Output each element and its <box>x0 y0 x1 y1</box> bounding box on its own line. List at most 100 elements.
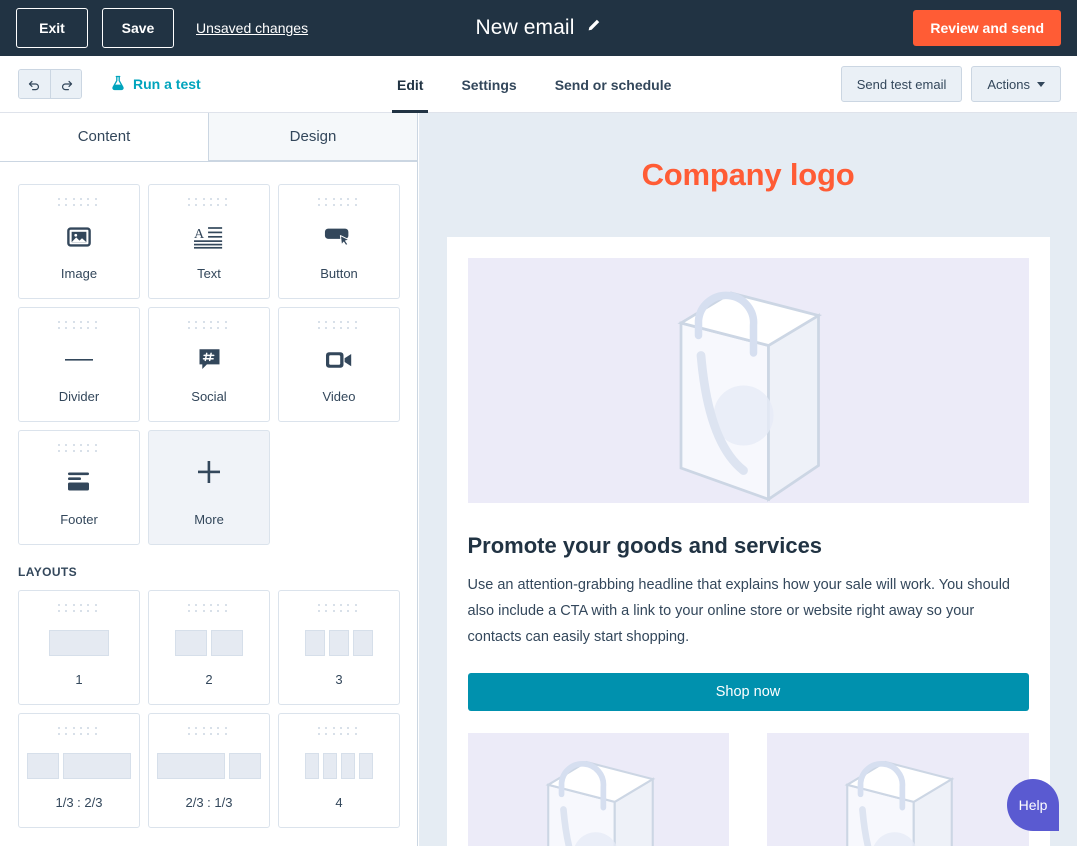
layout-card-label: 1/3 : 2/3 <box>55 795 103 810</box>
module-card-label: More <box>194 512 224 527</box>
layout-preview <box>305 614 373 672</box>
sidebar-tab-content[interactable]: Content <box>0 113 208 161</box>
image-icon <box>19 208 139 266</box>
email-preview-panel: Company logo Promote your goods and serv… <box>419 113 1077 846</box>
drag-handle-dots[interactable] <box>58 198 100 208</box>
right-image-placeholder[interactable] <box>767 733 1029 846</box>
layout-column <box>175 630 207 656</box>
video-icon <box>279 331 399 389</box>
drag-handle-dots[interactable] <box>58 604 100 614</box>
module-card-video[interactable]: Video <box>278 307 400 422</box>
drag-handle-dots[interactable] <box>318 321 360 331</box>
text-icon: A <box>149 208 269 266</box>
module-card-more[interactable]: More <box>148 430 270 545</box>
layout-preview <box>175 614 243 672</box>
button-icon <box>279 208 399 266</box>
drag-handle-dots[interactable] <box>58 444 100 454</box>
save-button[interactable]: Save <box>102 8 174 48</box>
layout-column <box>27 753 59 779</box>
divider-icon <box>19 331 139 389</box>
sidebar-tab-design[interactable]: Design <box>208 113 417 161</box>
layout-column <box>359 753 373 779</box>
exit-button[interactable]: Exit <box>16 8 88 48</box>
module-card-image[interactable]: Image <box>18 184 140 299</box>
undo-redo-group <box>18 69 82 99</box>
layout-card-label: 4 <box>335 795 343 810</box>
footer-icon <box>19 454 139 512</box>
drag-handle-dots[interactable] <box>318 198 360 208</box>
module-card-label: Image <box>60 266 98 281</box>
layout-column <box>49 630 109 656</box>
top-bar: Exit Save Unsaved changes New email Revi… <box>0 0 1077 56</box>
actions-label: Actions <box>987 76 1030 92</box>
redo-button[interactable] <box>50 70 81 98</box>
editor-toolbar: Run a test Edit Settings Send or schedul… <box>0 56 1077 113</box>
drag-handle-dots[interactable] <box>318 604 360 614</box>
page-title: New email <box>475 16 575 39</box>
layout-card-2[interactable]: 2 <box>148 590 270 705</box>
shop-now-button[interactable]: Shop now <box>467 673 1029 711</box>
shopping-bag-icon <box>676 291 822 502</box>
drag-handle-dots[interactable] <box>58 321 100 331</box>
module-card-label: Social <box>191 389 227 404</box>
logo-band: Company logo <box>419 113 1077 237</box>
module-card-footer[interactable]: Footer <box>18 430 140 545</box>
email-body-sheet: Promote your goods and services Use an a… <box>446 237 1050 846</box>
plus-icon <box>149 431 269 512</box>
module-card-label: Divider <box>58 389 100 404</box>
run-a-test-button[interactable]: Run a test <box>110 75 201 94</box>
layout-column <box>341 753 355 779</box>
layout-card-4[interactable]: 1/3 : 2/3 <box>18 713 140 828</box>
layout-preview <box>305 737 373 795</box>
sidebar-body: Image A Text Button Divider Social Video Footer… <box>0 162 417 828</box>
tab-send-or-schedule[interactable]: Send or schedule <box>536 56 691 113</box>
layout-card-1[interactable]: 1 <box>18 590 140 705</box>
shopping-bag-icon <box>545 760 655 846</box>
sidebar-tabs: Content Design <box>0 113 417 162</box>
layout-card-label: 2/3 : 1/3 <box>185 795 233 810</box>
layout-column <box>157 753 225 779</box>
module-card-text[interactable]: A Text <box>148 184 270 299</box>
module-card-label: Video <box>322 389 356 404</box>
send-test-email-button[interactable]: Send test email <box>840 66 963 102</box>
layout-card-3[interactable]: 3 <box>278 590 400 705</box>
layout-preview <box>27 737 131 795</box>
layout-column <box>353 630 373 656</box>
email-heading[interactable]: Promote your goods and services <box>468 533 1029 559</box>
tab-edit[interactable]: Edit <box>378 56 442 113</box>
drag-handle-dots[interactable] <box>188 727 230 737</box>
layout-column <box>63 753 131 779</box>
module-card-button[interactable]: Button <box>278 184 400 299</box>
layout-column <box>305 630 325 656</box>
drag-handle-dots[interactable] <box>318 727 360 737</box>
left-image-placeholder[interactable] <box>467 733 729 846</box>
content-sidebar: Content Design Image A Text Button Divider So… <box>0 113 418 846</box>
unsaved-changes-link[interactable]: Unsaved changes <box>196 20 308 36</box>
layout-card-label: 1 <box>75 672 83 687</box>
help-button[interactable]: Help <box>1007 779 1059 831</box>
layout-card-6[interactable]: 4 <box>278 713 400 828</box>
send-test-email-label: Send test email <box>856 76 947 92</box>
layout-column <box>323 753 337 779</box>
hero-image-placeholder[interactable] <box>467 258 1029 503</box>
edit-pencil-icon[interactable] <box>586 18 601 38</box>
drag-handle-dots[interactable] <box>188 321 230 331</box>
drag-handle-dots[interactable] <box>188 198 230 208</box>
module-card-divider[interactable]: Divider <box>18 307 140 422</box>
tab-settings[interactable]: Settings <box>442 56 535 113</box>
layout-preview <box>157 737 261 795</box>
layout-preview <box>49 614 109 672</box>
company-logo[interactable]: Company logo <box>642 157 855 193</box>
social-icon <box>149 331 269 389</box>
layout-column <box>211 630 243 656</box>
email-paragraph[interactable]: Use an attention-grabbing headline that … <box>468 572 1029 650</box>
module-card-social[interactable]: Social <box>148 307 270 422</box>
drag-handle-dots[interactable] <box>58 727 100 737</box>
drag-handle-dots[interactable] <box>188 604 230 614</box>
undo-button[interactable] <box>19 70 50 98</box>
layout-card-5[interactable]: 2/3 : 1/3 <box>148 713 270 828</box>
chevron-down-icon <box>1037 81 1045 87</box>
module-card-label: Text <box>197 266 221 281</box>
review-and-send-button[interactable]: Review and send <box>913 10 1061 46</box>
actions-button[interactable]: Actions <box>971 66 1061 102</box>
